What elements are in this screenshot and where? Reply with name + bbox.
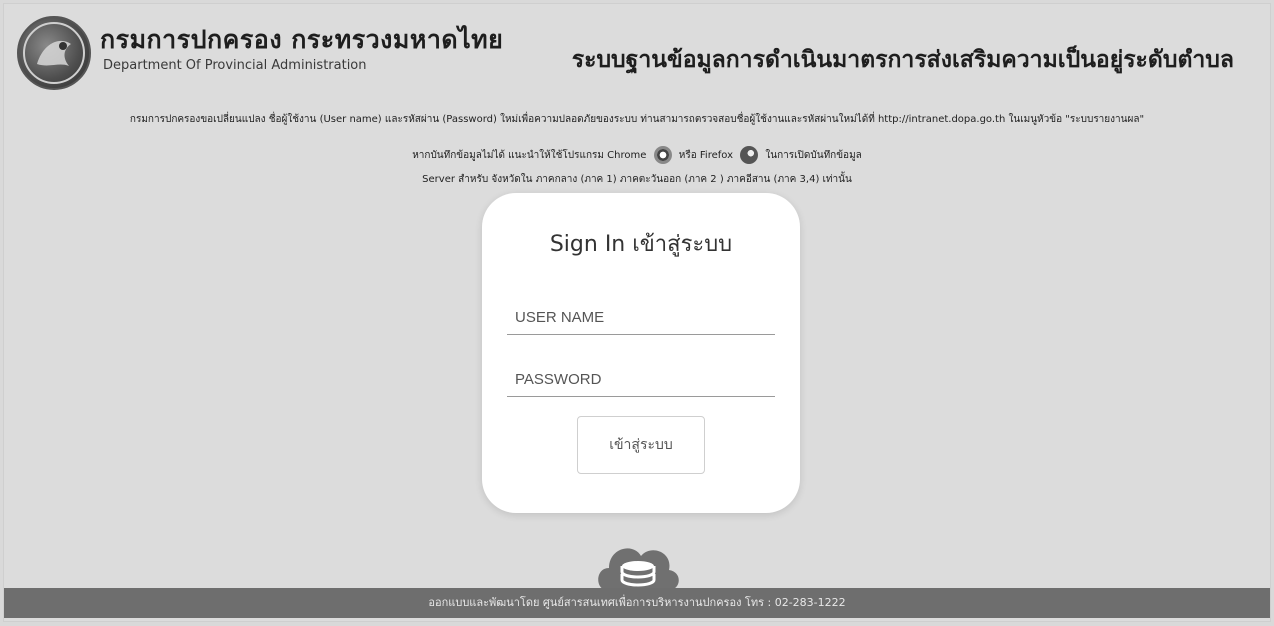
browser-recommendation: หากบันทึกข้อมูลไม่ได้ แนะนำให้ใช้โปรแกรม… bbox=[0, 146, 1274, 164]
footer-credit: ออกแบบและพัฒนาโดย ศูนย์สารสนเทศเพื่อการบ… bbox=[428, 596, 846, 609]
password-input[interactable] bbox=[507, 363, 775, 397]
login-title: Sign In เข้าสู่ระบบ bbox=[549, 232, 733, 257]
chrome-icon bbox=[653, 146, 672, 164]
browser-note-part1: หากบันทึกข้อมูลไม่ได้ แนะนำให้ใช้โปรแกรม… bbox=[412, 150, 647, 161]
login-card: Sign In เข้าสู่ระบบ เข้าสู่ระบบ bbox=[482, 193, 800, 513]
system-title: ระบบฐานข้อมูลการดำเนินมาตรการส่งเสริมควา… bbox=[571, 47, 1234, 73]
org-name-english: Department Of Provincial Administration bbox=[103, 58, 367, 73]
server-region-note: Server สำหรับ จังหวัดใน ภาคกลาง (ภาค 1) … bbox=[422, 174, 852, 185]
cloud-database-icon bbox=[593, 528, 683, 590]
browser-note-part3: ในการเปิดบันทึกข้อมูล bbox=[765, 150, 862, 161]
firefox-icon bbox=[740, 146, 759, 164]
browser-note-part2: หรือ Firefox bbox=[678, 150, 733, 161]
footer-bar: ออกแบบและพัฒนาโดย ศูนย์สารสนเทศเพื่อการบ… bbox=[4, 588, 1270, 618]
department-seal-icon bbox=[17, 16, 91, 90]
credential-change-notice: กรมการปกครองขอเปลี่ยนแปลง ชื่อผู้ใช้งาน … bbox=[129, 114, 1145, 125]
org-name-thai: กรมการปกครอง กระทรวงมหาดไทย bbox=[100, 25, 504, 54]
login-button[interactable]: เข้าสู่ระบบ bbox=[577, 416, 705, 474]
username-input[interactable] bbox=[507, 301, 775, 335]
